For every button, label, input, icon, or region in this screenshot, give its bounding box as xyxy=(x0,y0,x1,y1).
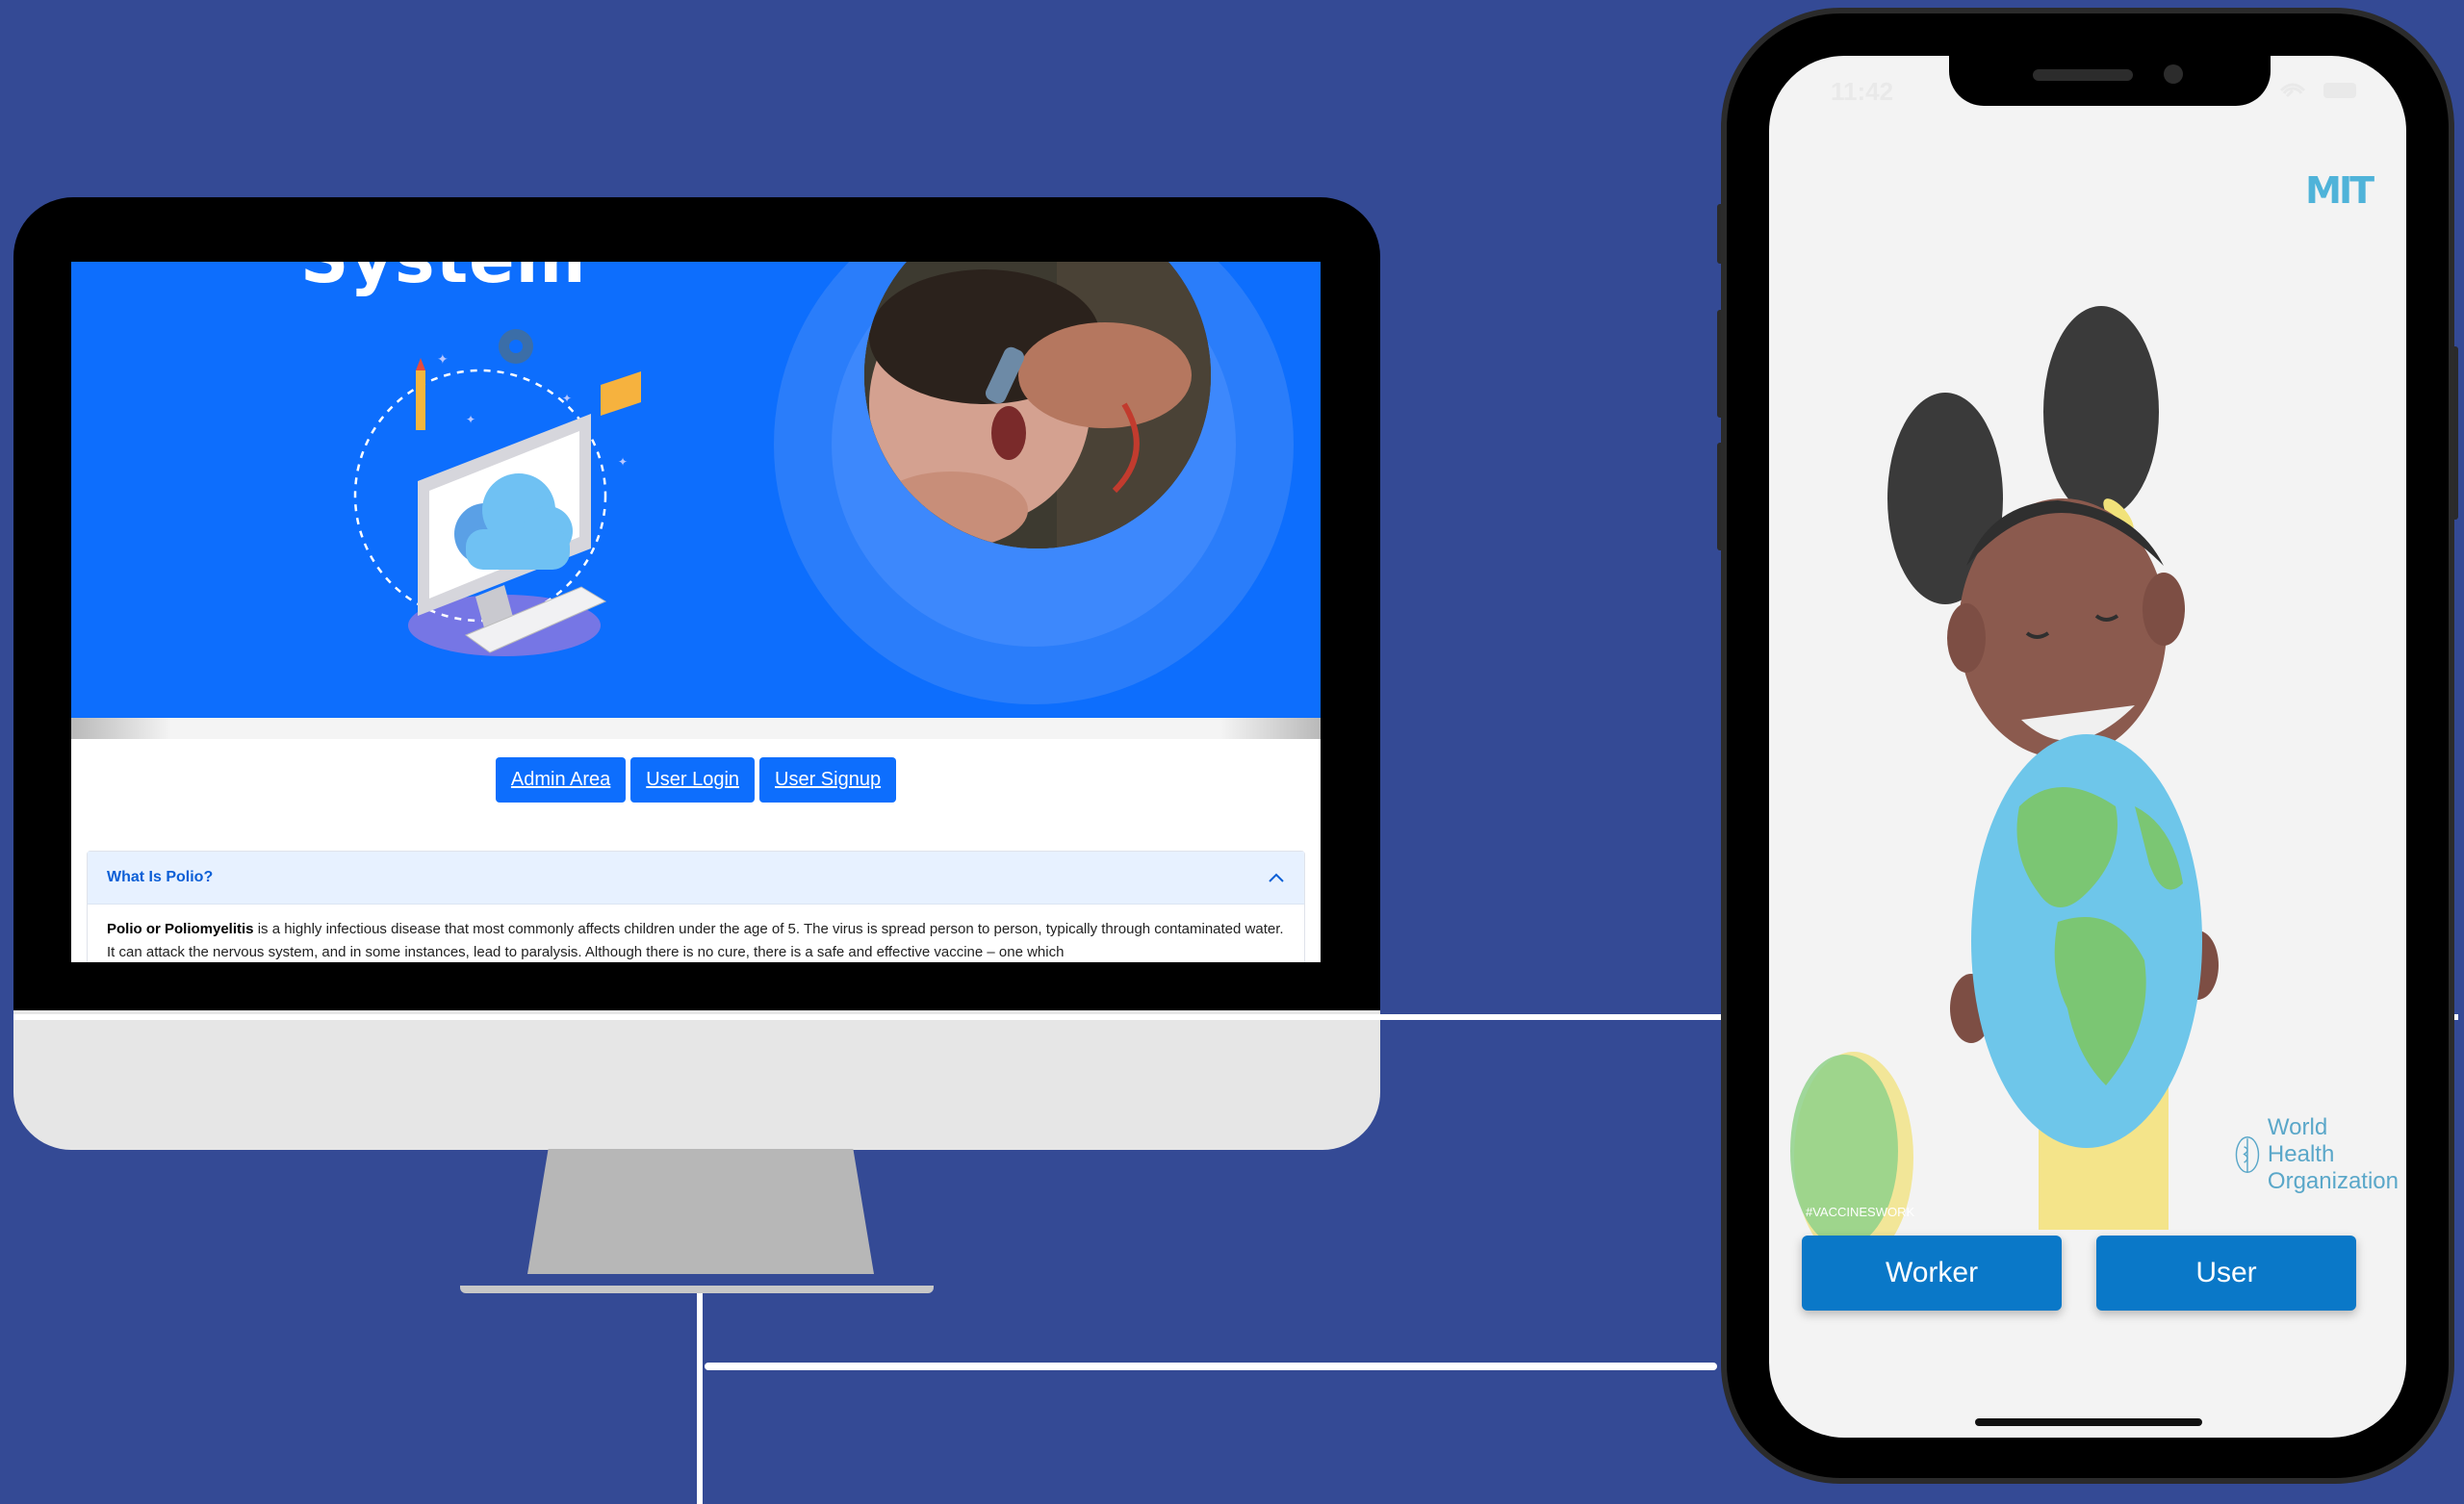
admin-area-button[interactable]: Admin Area xyxy=(495,757,627,803)
phone-notch xyxy=(1949,56,2271,106)
chevron-up-icon[interactable] xyxy=(1268,872,1285,883)
accordion-body: Polio or Poliomyelitis is a highly infec… xyxy=(88,905,1304,962)
phone-speaker xyxy=(2033,69,2133,81)
phone-power-button xyxy=(2451,346,2458,520)
user-signup-button[interactable]: User Signup xyxy=(759,757,897,803)
phone-volume-up xyxy=(1717,310,1725,418)
monitor-stand xyxy=(527,1149,874,1274)
polio-accordion: What Is Polio? Polio or Poliomyelitis is… xyxy=(87,851,1305,962)
who-line-1: World Health xyxy=(2267,1114,2335,1167)
phone-screen: 11:42 MIT #VACCINESWORK World Health Org… xyxy=(1769,56,2406,1438)
hero-banner: System xyxy=(71,262,1321,718)
accordion-header[interactable]: What Is Polio? xyxy=(88,852,1304,905)
svg-text:✦: ✦ xyxy=(618,455,628,469)
nav-button-group: Admin Area User Login User Signup xyxy=(71,757,1321,803)
monitor-chin xyxy=(13,1010,1380,1150)
accordion-title: What Is Polio? xyxy=(107,869,214,885)
user-login-button[interactable]: User Login xyxy=(630,757,756,803)
phone-mute-switch xyxy=(1717,204,1725,264)
svg-text:✦: ✦ xyxy=(466,413,475,426)
svg-text:✦: ✦ xyxy=(562,392,572,405)
svg-text:✦: ✦ xyxy=(437,351,449,367)
connector-line-vertical xyxy=(697,1293,703,1504)
who-emblem-icon xyxy=(2235,1136,2260,1173)
phone-volume-down xyxy=(1717,443,1725,550)
status-bar-time: 11:42 xyxy=(1831,77,1894,106)
user-button[interactable]: User xyxy=(2096,1236,2356,1311)
app-logo: MIT xyxy=(2305,169,2374,212)
connector-line-horizontal-bottom xyxy=(705,1363,1717,1370)
home-indicator[interactable] xyxy=(1975,1418,2202,1426)
who-wordmark: World Health Organization xyxy=(2268,1114,2399,1195)
accordion-body-bold: Polio or Poliomyelitis xyxy=(107,921,254,937)
status-bar-icons xyxy=(2279,83,2356,98)
accordion-body-text: is a highly infectious disease that most… xyxy=(107,921,1284,960)
vaccines-work-badge: #VACCINESWORK xyxy=(1806,1205,1914,1219)
monitor-foot xyxy=(460,1286,934,1293)
who-line-2: Organization xyxy=(2267,1168,2399,1194)
cloud-computer-illustration: ✦ ✦ ✦ ✦ xyxy=(353,329,641,656)
hero-divider xyxy=(71,718,1321,739)
worker-button[interactable]: Worker xyxy=(1802,1236,2062,1311)
who-logo: World Health Organization xyxy=(2235,1107,2399,1203)
desktop-screen: System xyxy=(71,262,1321,962)
phone-camera xyxy=(2164,64,2183,84)
